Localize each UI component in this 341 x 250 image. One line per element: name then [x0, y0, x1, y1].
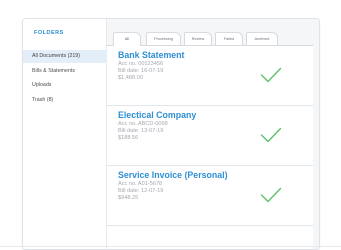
sidebar-item-all-documents[interactable]: All Documents (219)	[23, 50, 107, 63]
checkmark-icon	[260, 187, 282, 203]
checkmark-icon	[260, 67, 282, 83]
amount: $188.56	[118, 135, 139, 141]
account-number: Acc no. A01-5678	[118, 181, 163, 187]
document-manager-window: FOLDERS All Documents (219) Bills & Stat…	[22, 18, 320, 250]
document-list: Bank Statement Acc no. 00123456 Bill dat…	[107, 45, 313, 249]
tab-review[interactable]: Review	[184, 32, 212, 45]
sidebar-item-bills-statements[interactable]: Bills & Statements	[23, 65, 107, 78]
account-number: Acc no. ABCD-0098	[118, 121, 168, 127]
tab-all[interactable]: All	[113, 32, 141, 46]
tab-archived[interactable]: Archived	[246, 32, 278, 45]
sidebar-item-trash[interactable]: Trash (8)	[23, 94, 107, 107]
sidebar: FOLDERS All Documents (219) Bills & Stat…	[23, 19, 107, 249]
main-panel: All Processing Review Failed Archived Ba…	[107, 19, 319, 249]
document-card[interactable]: Bank Statement Acc no. 00123456 Bill dat…	[107, 46, 313, 106]
document-title: Electical Company	[118, 110, 197, 120]
document-title: Service Invoice (Personal)	[118, 170, 228, 180]
checkmark-icon	[260, 127, 282, 143]
account-number: Acc no. 00123456	[118, 61, 164, 67]
amount: $948.25	[118, 195, 139, 201]
document-card[interactable]: Electical Company Acc no. ABCD-0098 Bill…	[107, 106, 313, 166]
tab-failed[interactable]: Failed	[215, 32, 243, 45]
bill-date: Bill date: 16-07-19	[118, 68, 164, 74]
bill-date: Bill date: 13-07-19	[118, 128, 164, 134]
amount: $1,488.00	[118, 75, 143, 81]
document-card[interactable]: Service Invoice (Personal) Acc no. A01-5…	[107, 166, 313, 226]
bill-date: Bill date: 12-07-19	[118, 188, 164, 194]
document-title: Bank Statement	[118, 50, 185, 60]
folders-title: FOLDERS	[34, 30, 64, 36]
bottom-divider	[0, 246, 341, 247]
sidebar-item-uploads[interactable]: Uploads	[23, 79, 107, 92]
tab-processing[interactable]: Processing	[146, 32, 181, 45]
